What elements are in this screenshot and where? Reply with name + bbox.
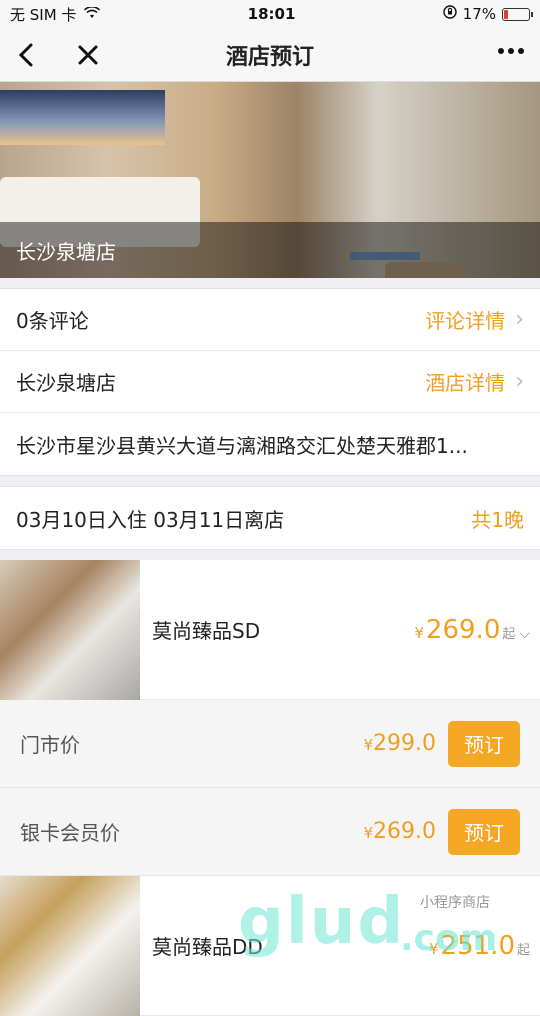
chevron-right-icon: › [515,307,524,332]
chevron-left-icon [18,43,33,66]
hotel-details-link[interactable]: 酒店详情 › [425,367,524,396]
stay-dates: 03月10日入住 03月11日离店 [16,507,285,532]
rate-amount: ¥299.0 [363,731,436,756]
rate-label: 银卡会员价 [20,821,120,845]
nav-bar: 酒店预订 [0,28,540,82]
rate-row: 银卡会员价 ¥269.0 预订 [0,788,540,876]
banner-caption: 长沙泉塘店 [0,222,540,278]
close-button[interactable] [68,35,108,75]
watermark-logo: glud [238,885,406,959]
hotel-details-label: 酒店详情 [425,371,506,395]
room-price-value: 269.0 [425,614,501,645]
price-suffix: 起 [502,626,516,642]
hotel-banner[interactable]: 长沙泉塘店 [0,82,540,278]
room-thumbnail [0,559,140,700]
address-row[interactable]: 长沙市星沙县黄兴大道与漓湘路交汇处楚天雅郡1... [0,413,540,475]
rate-amount-value: 299.0 [373,731,436,756]
currency-symbol: ¥ [414,623,424,642]
hotel-name: 长沙泉塘店 [16,371,116,395]
chevron-right-icon: › [515,369,524,394]
price-suffix: 起 [516,942,530,958]
stay-dates-group: 03月10日入住 03月11日离店 共1晚 [0,486,540,550]
stay-dates-row[interactable]: 03月10日入住 03月11日离店 共1晚 [0,487,540,549]
room-name: 莫尚臻品SD [152,619,261,643]
hotel-address: 长沙市星沙县黄兴大道与漓湘路交汇处楚天雅郡1... [16,433,468,458]
more-button[interactable] [496,36,526,73]
banner-photo-city [0,90,165,145]
room-price: ¥ 269.0 起 ⌵ [414,615,530,645]
status-bar: 无 SIM 卡 18:01 17% [0,0,540,28]
reviews-link[interactable]: 评论详情 › [425,305,524,334]
watermark-tagline: 小程序商店 [420,895,490,911]
rate-amount-value: 269.0 [373,819,436,844]
clock: 18:01 [247,5,296,23]
room-thumbnail [0,875,140,1016]
hotel-info-group: 0条评论 评论详情 › 长沙泉塘店 酒店详情 › 长沙市星沙县黄兴大道与漓湘路交… [0,288,540,476]
nights-count: 共1晚 [471,507,524,532]
battery-percent: 17% [462,5,496,23]
back-button[interactable] [6,35,46,75]
rate-label: 门市价 [20,733,80,757]
reviews-link-label: 评论详情 [425,309,506,333]
rate-amount: ¥269.0 [363,819,436,844]
reviews-row[interactable]: 0条评论 评论详情 › [0,289,540,351]
wifi-icon [84,5,101,23]
book-button[interactable]: 预订 [448,808,520,855]
reviews-count: 0条评论 [16,309,89,333]
room-item[interactable]: 莫尚臻品SD ¥ 269.0 起 ⌵ [0,559,540,700]
rate-row: 门市价 ¥299.0 预订 [0,700,540,788]
watermark-domain: .com [400,918,498,959]
book-button[interactable]: 预订 [448,720,520,767]
currency-symbol: ¥ [363,824,374,842]
chevron-down-icon[interactable]: ⌵ [519,626,530,642]
more-icon [498,48,524,54]
battery-level [504,9,509,19]
currency-symbol: ¥ [363,736,374,754]
rotation-lock-icon [442,5,457,23]
carrier-label: 无 SIM 卡 [10,5,77,24]
battery-icon [502,7,533,21]
hotel-name-row[interactable]: 长沙泉塘店 酒店详情 › [0,351,540,413]
close-icon [78,45,98,64]
